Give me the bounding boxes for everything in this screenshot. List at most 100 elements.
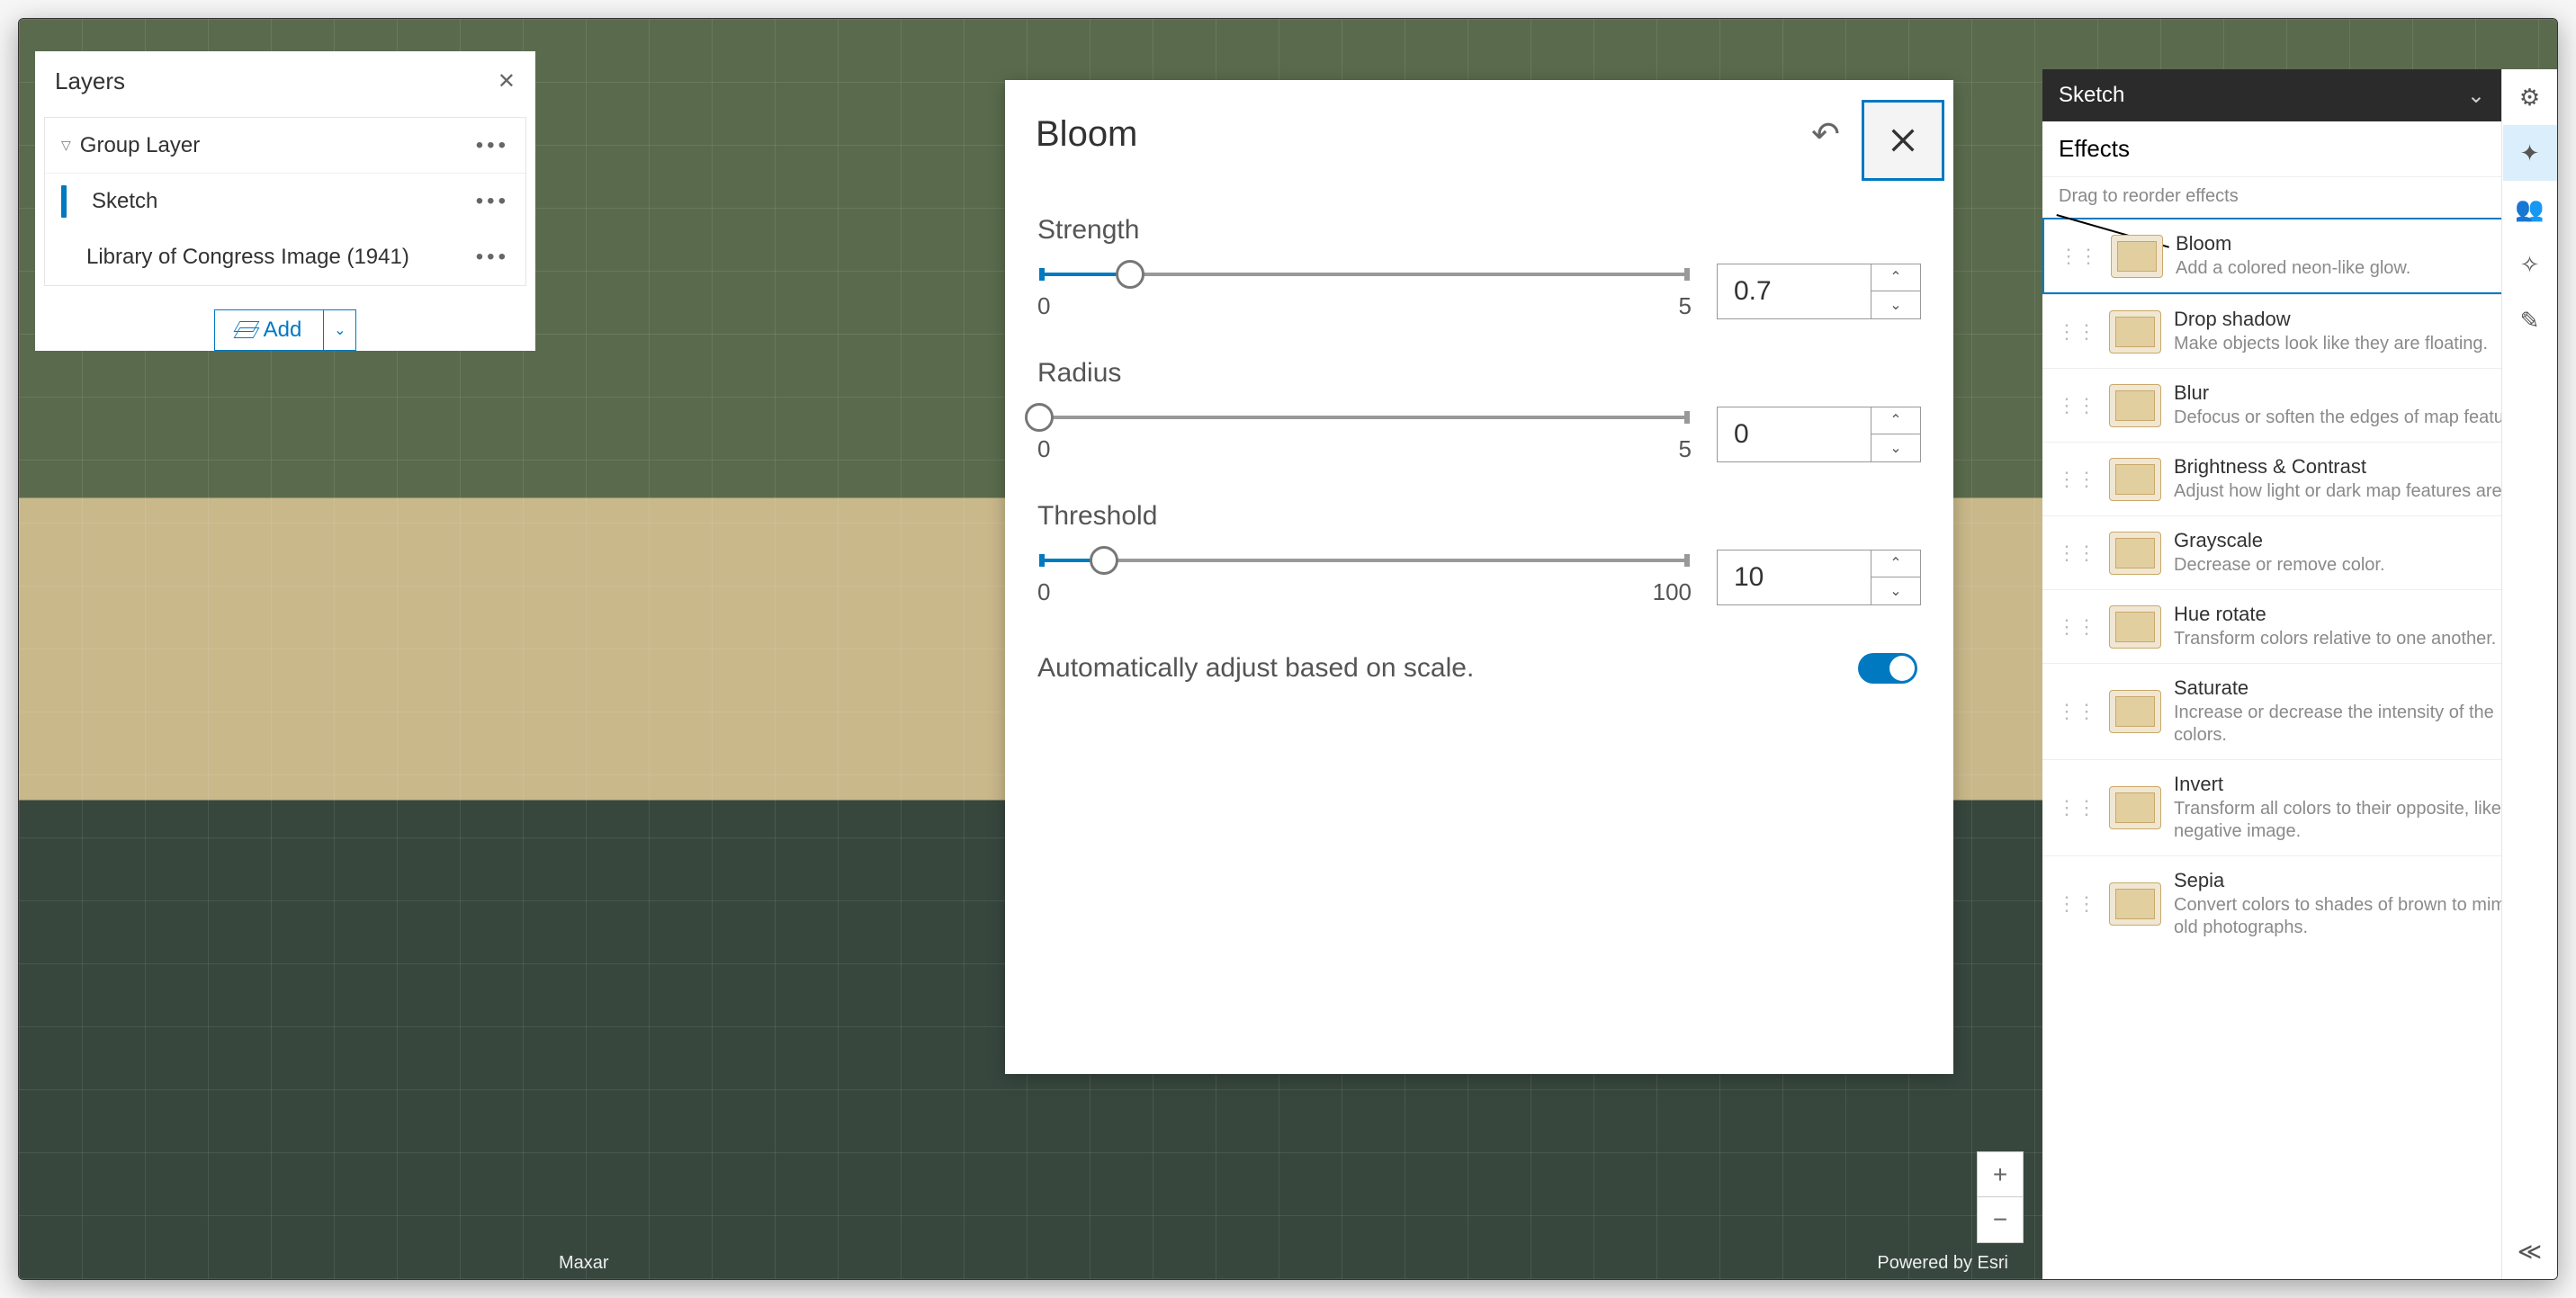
zoom-out-button[interactable]: − [1978, 1197, 2023, 1242]
effect-name: Invert [2174, 773, 2543, 796]
spinner-value[interactable]: 0 [1718, 407, 1871, 461]
effect-desc: Increase or decrease the intensity of th… [2174, 702, 2543, 747]
effect-icon [2111, 235, 2163, 278]
drag-handle-icon[interactable]: ⋮⋮ [2057, 892, 2096, 916]
effect-item[interactable]: ⋮⋮ Saturate Increase or decrease the int… [2042, 663, 2557, 759]
layer-more-button[interactable]: ••• [476, 189, 509, 214]
layer-row[interactable]: Sketch ••• [45, 174, 525, 229]
map-attrib-left: Maxar [559, 1253, 609, 1274]
effect-name: Brightness & Contrast [2174, 455, 2543, 479]
map-attrib-right: Powered by Esri [1877, 1253, 2008, 1274]
drag-handle-icon[interactable]: ⋮⋮ [2057, 320, 2096, 344]
value-spinner[interactable]: 0.7 ⌃⌄ [1717, 264, 1921, 319]
effect-item[interactable]: ⋮⋮ Blur Defocus or soften the edges of m… [2042, 368, 2557, 442]
auto-adjust-label: Automatically adjust based on scale. [1037, 653, 1474, 684]
layer-name: Sketch [92, 189, 157, 214]
drag-handle-icon[interactable]: ⋮⋮ [2057, 615, 2096, 639]
rail-pen-button[interactable]: ✎ [2503, 292, 2557, 348]
layer-more-button[interactable]: ••• [476, 245, 509, 270]
tool-rail: ⚙ ✦ 👥 ✧ ✎ ≪ [2501, 69, 2557, 1279]
slider-max: 100 [1653, 578, 1692, 606]
spinner-down[interactable]: ⌄ [1871, 434, 1920, 461]
sketch-bar[interactable]: Sketch ⌄ [2042, 69, 2501, 121]
effect-icon [2109, 458, 2161, 501]
effect-item[interactable]: ⋮⋮ Drop shadow Make objects look like th… [2042, 294, 2557, 368]
group-more-button[interactable]: ••• [476, 133, 509, 158]
drag-handle-icon[interactable]: ⋮⋮ [2057, 700, 2096, 723]
drag-handle-icon[interactable]: ⋮⋮ [2057, 394, 2096, 417]
effect-item[interactable]: ⋮⋮ Brightness & Contrast Adjust how ligh… [2042, 442, 2557, 515]
effect-desc: Decrease or remove color. [2174, 554, 2543, 577]
zoom-control: + − [1977, 1151, 2024, 1243]
control-threshold: Threshold 0100 10 ⌃⌄ [1005, 474, 1953, 617]
chevron-down-icon: ▽ [61, 138, 71, 153]
bloom-undo-button[interactable]: ↶ [1790, 80, 1862, 188]
slider-max: 5 [1679, 435, 1692, 463]
value-spinner[interactable]: 0 ⌃⌄ [1717, 407, 1921, 462]
add-label: Add [264, 318, 302, 343]
spinner-up[interactable]: ⌃ [1871, 264, 1920, 292]
layers-icon [237, 321, 255, 339]
effect-icon [2109, 690, 2161, 733]
app-frame: Maxar Powered by Esri + − Layers ✕ ▽Grou… [18, 18, 2558, 1280]
effect-name: Saturate [2174, 676, 2543, 700]
effects-header: Effects ✕ [2042, 121, 2557, 177]
rail-wand-button[interactable]: ✧ [2503, 237, 2557, 292]
close-icon [1888, 125, 1918, 156]
add-caret-button[interactable]: ⌄ [323, 310, 355, 350]
zoom-in-button[interactable]: + [1978, 1152, 2023, 1197]
slider-min: 0 [1037, 292, 1050, 320]
group-label: Group Layer [80, 133, 200, 158]
rail-effects-button[interactable]: ✦ [2503, 125, 2557, 181]
effect-item[interactable]: ⋮⋮ Invert Transform all colors to their … [2042, 759, 2557, 855]
selection-bar [61, 185, 67, 218]
rail-settings-button[interactable]: ⚙ [2503, 69, 2557, 125]
effect-item[interactable]: ⋮⋮ Bloom Add a colored neon-like glow. [2042, 218, 2557, 294]
auto-adjust-toggle[interactable] [1858, 653, 1917, 684]
effect-item[interactable]: ⋮⋮ Grayscale Decrease or remove color. [2042, 515, 2557, 589]
slider-min: 0 [1037, 578, 1050, 606]
effect-icon [2109, 532, 2161, 575]
effect-desc: Convert colors to shades of brown to mim… [2174, 894, 2543, 939]
spinner-up[interactable]: ⌃ [1871, 407, 1920, 435]
layers-panel: Layers ✕ ▽Group Layer ••• Sketch•••Libra… [35, 51, 535, 351]
spinner-down[interactable]: ⌄ [1871, 291, 1920, 318]
add-layer-button[interactable]: Add ⌄ [214, 309, 357, 351]
effect-icon [2109, 882, 2161, 926]
chevron-down-icon[interactable]: ⌄ [2467, 83, 2485, 109]
spinner-value[interactable]: 0.7 [1718, 264, 1871, 318]
bloom-close-button[interactable] [1862, 100, 1944, 181]
drag-handle-icon[interactable]: ⋮⋮ [2057, 468, 2096, 491]
effect-name: Drop shadow [2174, 308, 2543, 331]
slider[interactable]: 05 [1037, 262, 1692, 320]
effect-item[interactable]: ⋮⋮ Hue rotate Transform colors relative … [2042, 589, 2557, 663]
drag-handle-icon[interactable]: ⋮⋮ [2057, 542, 2096, 565]
layers-close-button[interactable]: ✕ [498, 68, 516, 94]
effect-item[interactable]: ⋮⋮ Sepia Convert colors to shades of bro… [2042, 855, 2557, 952]
effect-desc: Adjust how light or dark map features ar… [2174, 480, 2543, 503]
sketch-bar-title: Sketch [2059, 83, 2124, 108]
value-spinner[interactable]: 10 ⌃⌄ [1717, 550, 1921, 605]
slider-max: 5 [1679, 292, 1692, 320]
control-label: Radius [1037, 358, 1921, 389]
rail-group-button[interactable]: 👥 [2503, 181, 2557, 237]
layer-row[interactable]: Library of Congress Image (1941) ••• [45, 229, 525, 285]
effect-name: Sepia [2174, 869, 2543, 892]
drag-handle-icon[interactable]: ⋮⋮ [2057, 796, 2096, 819]
effects-title: Effects [2059, 135, 2130, 163]
drag-handle-icon[interactable]: ⋮⋮ [2059, 245, 2098, 268]
layer-name: Library of Congress Image (1941) [86, 245, 409, 270]
slider[interactable]: 0 100 [1037, 548, 1692, 606]
effects-hint: Drag to reorder effects [2042, 177, 2557, 216]
rail-collapse-button[interactable]: ≪ [2503, 1223, 2557, 1279]
effect-icon [2109, 384, 2161, 427]
group-layer-row[interactable]: ▽ Group Layer ••• [45, 118, 525, 174]
spinner-down[interactable]: ⌄ [1871, 577, 1920, 604]
slider[interactable]: 05 [1037, 405, 1692, 463]
spinner-up[interactable]: ⌃ [1871, 551, 1920, 578]
effect-icon [2109, 310, 2161, 354]
bloom-dialog: Bloom ↶ Strength 05 0.7 ⌃⌄ Radius [1005, 80, 1953, 1074]
spinner-value[interactable]: 10 [1718, 551, 1871, 604]
effect-icon [2109, 786, 2161, 829]
effect-desc: Transform all colors to their opposite, … [2174, 798, 2543, 843]
